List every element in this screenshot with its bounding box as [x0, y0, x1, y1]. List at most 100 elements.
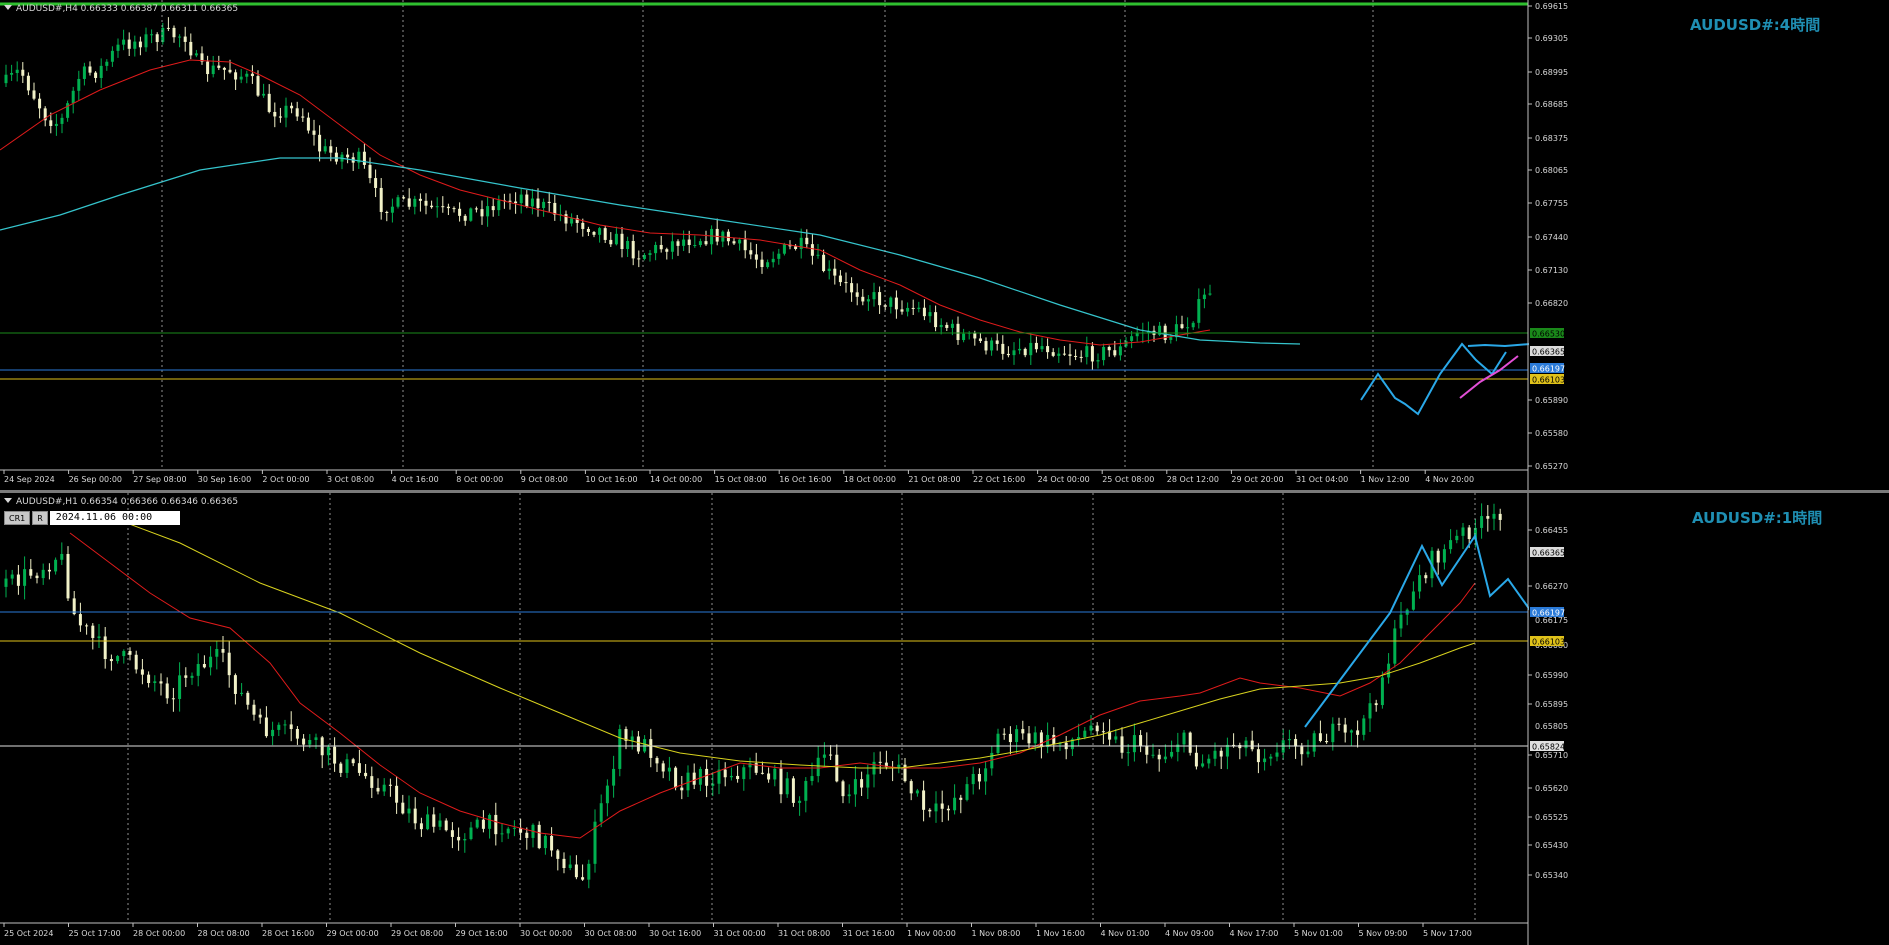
h4-candle — [1113, 350, 1117, 356]
h1-candle — [1418, 575, 1422, 592]
h1-candle — [996, 733, 1000, 753]
h1-candle — [946, 808, 950, 811]
h1-candle — [785, 778, 789, 795]
date-field[interactable]: 2024.11.06 00:00 — [49, 511, 180, 525]
h1-candle — [1455, 535, 1459, 541]
h1-candle — [147, 674, 151, 684]
h4-candle — [564, 214, 568, 224]
h1-candle — [494, 814, 498, 835]
h1-candle — [729, 775, 733, 778]
h4-candle — [346, 154, 350, 158]
h1-candle — [1002, 733, 1006, 735]
h4-candle — [1191, 322, 1195, 328]
h4-candle — [928, 312, 932, 317]
h4-time-label: 29 Oct 20:00 — [1231, 475, 1283, 484]
collapse-triangle-icon[interactable] — [4, 498, 12, 503]
h1-candle — [779, 768, 783, 795]
h1-candle — [47, 569, 51, 572]
h4-candle — [1107, 346, 1111, 351]
h1-candle — [860, 779, 864, 788]
h4-candle — [301, 116, 305, 118]
h1-candle — [736, 775, 740, 780]
h1-candle — [1331, 723, 1335, 743]
h4-time-label: 16 Oct 16:00 — [779, 475, 831, 484]
h4-price-label: 0.65580 — [1535, 429, 1568, 438]
h4-candle — [486, 206, 490, 217]
h4-candle — [166, 27, 170, 29]
h4-chart-pane[interactable]: 0.69615 0.69305 0.68995 0.68685 0.68375 0.680… — [0, 0, 1889, 490]
h4-candle — [15, 69, 19, 74]
h1-candle — [475, 819, 479, 828]
h4-candle — [323, 146, 327, 152]
h1-candle — [667, 767, 671, 772]
h4-time-label: 21 Oct 08:00 — [908, 475, 960, 484]
h1-candle — [289, 724, 293, 730]
h1-chart-pane[interactable]: 0.66455 0.66270 0.65990 0.65895 0.65710 0.656… — [0, 493, 1889, 945]
h4-candle — [463, 215, 467, 221]
h1-time-label: 30 Oct 00:00 — [520, 929, 572, 938]
collapse-triangle-icon[interactable] — [4, 5, 12, 10]
h1-candle — [866, 774, 870, 788]
h1-candle — [1263, 758, 1267, 763]
h4-candle — [194, 53, 198, 56]
h1-candle — [209, 656, 213, 668]
h1-candle — [959, 797, 963, 800]
h1-candle — [1349, 730, 1353, 733]
h4-candle — [833, 268, 837, 276]
h4-candle — [1018, 348, 1022, 351]
h4-candle — [430, 205, 434, 208]
h1-candle — [35, 575, 39, 579]
h1-time-label: 4 Nov 01:00 — [1101, 929, 1150, 938]
r-button[interactable]: R — [32, 511, 48, 525]
h4-chart-canvas[interactable]: 0.69615 0.69305 0.68995 0.68685 0.68375 0.680… — [0, 0, 1889, 490]
h1-candle — [196, 664, 200, 676]
h4-candle — [441, 206, 445, 208]
h4-candle — [1074, 355, 1078, 357]
h1-candle — [1436, 550, 1440, 563]
cr1-button[interactable]: CR1 — [4, 511, 31, 525]
h1-time-label: 28 Oct 16:00 — [262, 929, 314, 938]
h1-candle — [1027, 733, 1031, 744]
h4-candle — [1079, 356, 1083, 358]
h4-time-label: 4 Nov 20:00 — [1425, 475, 1474, 484]
h4-price-label: 0.67440 — [1535, 233, 1568, 242]
h1-candle — [264, 717, 268, 737]
h1-candle — [698, 768, 702, 785]
h4-candle — [334, 152, 338, 162]
h1-candle — [1089, 725, 1093, 731]
h1-candle — [1275, 752, 1279, 757]
h4-time-label: 14 Oct 00:00 — [650, 475, 702, 484]
h1-candle — [1467, 527, 1471, 540]
price-axis-area — [1529, 0, 1889, 490]
h1-chart-canvas[interactable]: 0.66455 0.66270 0.65990 0.65895 0.65710 0.656… — [0, 493, 1889, 945]
h1-candle — [178, 675, 182, 699]
h4-candle — [648, 253, 652, 255]
h4-candle — [1118, 346, 1122, 356]
h4-candle — [138, 41, 142, 48]
h4-candle — [626, 241, 630, 249]
h4-candle — [805, 237, 809, 245]
h4-candle — [82, 66, 86, 79]
h4-candle — [295, 108, 299, 117]
h1-candle — [1480, 516, 1484, 528]
h1-time-label: 28 Oct 00:00 — [133, 929, 185, 938]
h1-candle — [1132, 735, 1136, 753]
h1-candle — [1207, 758, 1211, 764]
h4-candle — [77, 78, 81, 91]
h1-candle — [23, 569, 27, 586]
h1-time-label: 29 Oct 08:00 — [391, 929, 443, 938]
h1-candle — [810, 776, 814, 781]
h1-price-label: 0.66270 — [1535, 582, 1568, 591]
h1-price-label: 0.65895 — [1535, 700, 1568, 709]
h4-candle — [217, 65, 221, 68]
h4-candle — [866, 299, 870, 302]
h1-candle — [822, 754, 826, 758]
h4-time-label: 31 Oct 04:00 — [1296, 475, 1348, 484]
h1-candle — [940, 803, 944, 809]
h1-candle — [122, 651, 126, 657]
h4-candle — [889, 297, 893, 307]
h4-candle — [474, 208, 478, 210]
h4-candle — [603, 228, 607, 240]
h1-candle — [432, 814, 436, 827]
h4-candle — [318, 134, 322, 152]
